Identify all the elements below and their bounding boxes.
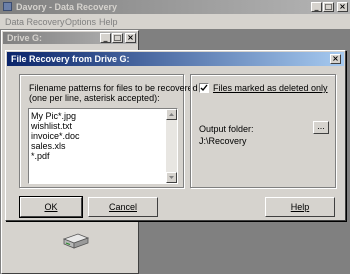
ok-button-label: OK: [44, 202, 58, 212]
pattern-line: *.pdf: [31, 151, 50, 161]
pattern-line: wishlist.txt: [31, 121, 73, 131]
help-button[interactable]: Help: [265, 197, 335, 217]
patterns-textarea[interactable]: My Pic*.jpg wishlist.txt invoice*.doc sa…: [28, 108, 178, 184]
hard-drive-icon[interactable]: [62, 231, 90, 251]
vertical-scrollbar[interactable]: [166, 109, 177, 183]
pattern-line: sales.xls: [31, 141, 66, 151]
browse-button[interactable]: ...: [313, 121, 329, 134]
scroll-up-arrow-icon[interactable]: [166, 109, 177, 120]
deleted-only-checkbox[interactable]: [199, 83, 209, 93]
patterns-label-line2: (one per line, asterisk accepted):: [29, 93, 160, 103]
cancel-button-label: Cancel: [108, 202, 137, 212]
drive-window-title: Drive G:: [7, 33, 43, 43]
file-recovery-dialog: File Recovery from Drive G: × Filename p…: [5, 50, 346, 221]
drive-window-titlebar[interactable]: Drive G: _ □ ×: [3, 32, 137, 44]
drive-minimize-button[interactable]: _: [100, 33, 111, 43]
close-button[interactable]: ×: [337, 2, 348, 12]
scroll-down-arrow-icon[interactable]: [166, 172, 177, 183]
patterns-label-line1: Filename patterns for files to be recove…: [29, 83, 198, 93]
main-window-title: Davory - Data Recovery: [16, 2, 118, 12]
drive-maximize-button[interactable]: □: [112, 33, 123, 43]
menu-help[interactable]: Help: [99, 17, 118, 27]
main-window-titlebar[interactable]: Davory - Data Recovery _ □ ×: [0, 0, 350, 14]
dialog-title: File Recovery from Drive G:: [11, 54, 130, 64]
output-folder-label: Output folder:: [199, 124, 254, 134]
menu-data-recovery[interactable]: Data Recovery: [5, 17, 65, 27]
app-icon: [3, 2, 12, 11]
menu-options[interactable]: Options: [65, 17, 96, 27]
patterns-group: Filename patterns for files to be recove…: [19, 74, 198, 188]
minimize-button[interactable]: _: [311, 2, 322, 12]
deleted-only-label[interactable]: Files marked as deleted only: [213, 83, 328, 93]
maximize-button[interactable]: □: [323, 2, 334, 12]
output-folder-value: J:\Recovery: [199, 136, 247, 146]
ok-button[interactable]: OK: [19, 196, 83, 218]
options-group: Files marked as deleted only Output fold…: [190, 74, 336, 188]
checkmark-icon: [200, 84, 208, 92]
drive-close-button[interactable]: ×: [125, 33, 136, 43]
pattern-line: invoice*.doc: [31, 131, 80, 141]
help-button-label: Help: [290, 202, 310, 212]
cancel-button[interactable]: Cancel: [88, 197, 158, 217]
dialog-close-button[interactable]: ×: [330, 54, 341, 64]
dialog-titlebar[interactable]: File Recovery from Drive G: ×: [7, 52, 344, 66]
pattern-line: My Pic*.jpg: [31, 111, 77, 121]
